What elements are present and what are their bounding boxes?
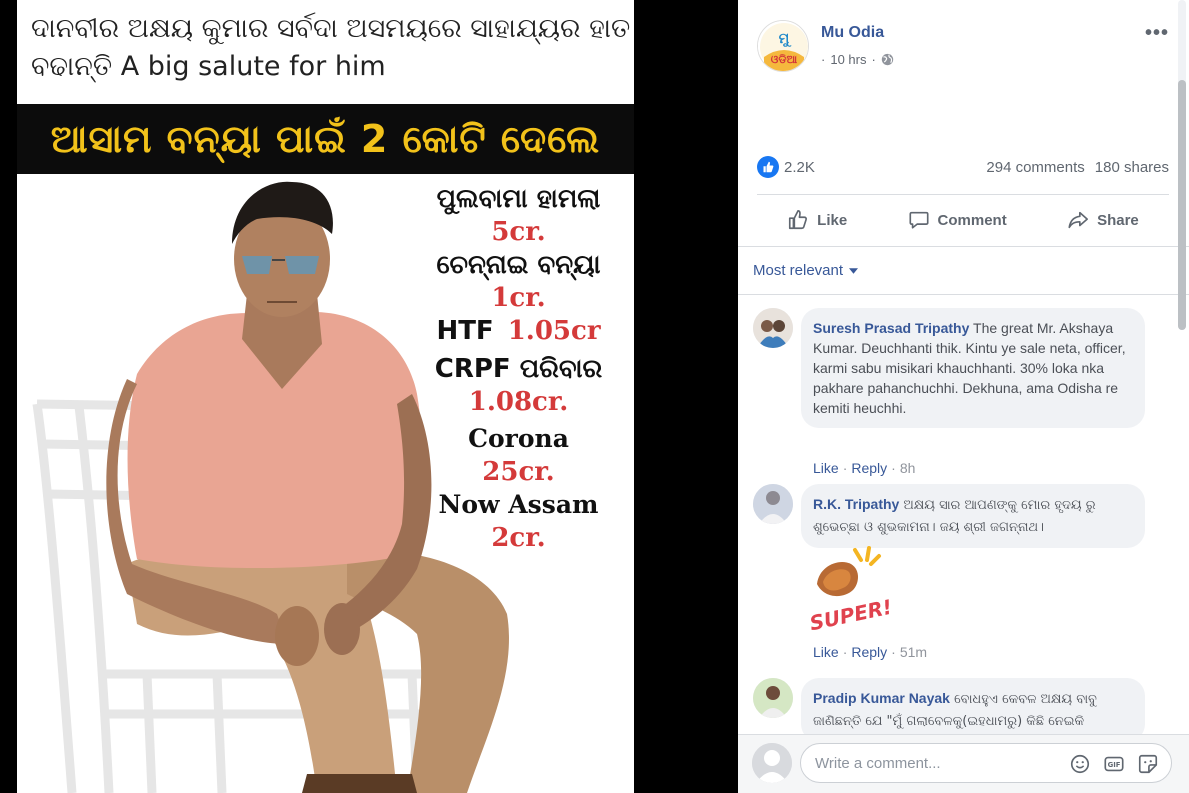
- comment-button[interactable]: Comment: [908, 209, 1007, 231]
- donation-list: ପୁଲବାମା ହାମଲା 5cr. ଚେନ୍ନାଇ ବନ୍ୟା 1cr. HT…: [411, 182, 626, 554]
- share-button[interactable]: Share: [1067, 209, 1139, 231]
- comment-bubble: Suresh Prasad Tripathy The great Mr. Aks…: [801, 308, 1145, 428]
- comment-item: R.K. Tripathy ଅକ୍ଷୟ ସାର ଆପଣଙ୍କୁ ମୋର ହୃଦୟ…: [753, 484, 1173, 674]
- more-options-icon[interactable]: •••: [1145, 22, 1169, 45]
- caption-line-1: ଦାନବୀର ଅକ୍ଷୟ କୁମାର ସର୍ବଦା ଅସମୟରେ ସାହାଯ୍ୟ…: [31, 13, 631, 44]
- donation-label: Corona: [468, 424, 569, 453]
- caret-down-icon: [849, 267, 859, 274]
- comment-bubble: R.K. Tripathy ଅକ୍ଷୟ ସାର ଆପଣଙ୍କୁ ମୋର ହୃଦୟ…: [801, 484, 1145, 548]
- comment-item: Suresh Prasad Tripathy The great Mr. Aks…: [753, 308, 1173, 476]
- post-meta: · 10 hrs ·: [821, 52, 894, 67]
- caption-line-2: ବଢାନ୍ତି A big salute for him: [31, 51, 386, 82]
- like-summary[interactable]: 2.2K: [757, 156, 815, 178]
- donation-row: HTF 1.05cr: [411, 314, 626, 348]
- super-sticker-icon[interactable]: SUPER!: [809, 544, 893, 634]
- sort-comments-dropdown[interactable]: Most relevant: [753, 262, 859, 279]
- comment-input[interactable]: Write a comment... GIF: [800, 743, 1172, 783]
- scrollbar-thumb[interactable]: [1178, 80, 1186, 330]
- globe-icon: [881, 53, 894, 66]
- comment-like-link[interactable]: Like: [813, 644, 839, 660]
- like-button[interactable]: Like: [787, 209, 847, 231]
- comment-reply-link[interactable]: Reply: [851, 644, 887, 660]
- poster: ପୁଲବାମା ହାମଲା 5cr. ଚେନ୍ନାଇ ବନ୍ୟା 1cr. HT…: [17, 174, 634, 793]
- svg-text:ଓଡିଆ: ଓଡିଆ: [771, 53, 798, 66]
- screen: ଦାନବୀର ଅକ୍ଷୟ କୁମାର ସର୍ବଦା ଅସମୟରେ ସାହାଯ୍ୟ…: [0, 0, 1189, 793]
- donation-label: Now Assam: [438, 490, 599, 519]
- commenter-avatar[interactable]: [753, 678, 793, 718]
- comment-time[interactable]: 51m: [900, 644, 927, 660]
- photo-caption: ଦାନବୀର ଅକ୍ଷୟ କୁମାର ସର୍ବଦା ଅସମୟରେ ସାହାଯ୍ୟ…: [17, 0, 634, 103]
- post-photo[interactable]: ଦାନବୀର ଅକ୍ଷୟ କୁମାର ସର୍ବଦା ଅସମୟରେ ସାହାଯ୍ୟ…: [17, 0, 634, 793]
- comment-actions: Like · Reply · 51m: [813, 644, 928, 660]
- sticker-text: SUPER!: [809, 595, 893, 634]
- divider: [757, 194, 1169, 195]
- like-reaction-icon: [757, 156, 779, 178]
- meta-separator: ·: [821, 52, 826, 67]
- comment-placeholder: Write a comment...: [815, 754, 941, 772]
- page-logo-icon: ମୁ ଓଡିଆ: [758, 21, 808, 71]
- photo-banner: ଆସାମ ବନ୍ୟା ପାଇଁ 2 କୋଟି ଦେଲେ: [17, 104, 634, 174]
- composer-icons: GIF: [1069, 744, 1159, 784]
- comment-time[interactable]: 8h: [900, 460, 916, 476]
- commenter-avatar[interactable]: [753, 308, 793, 348]
- divider: [738, 294, 1189, 295]
- donation-label: CRPF ପରିବାର: [434, 354, 603, 384]
- donation-label: ପୁଲବାମା ହାମଲା: [436, 184, 601, 214]
- donation-amount: 5cr.: [491, 217, 546, 247]
- comment-label: Comment: [937, 211, 1007, 229]
- page-name[interactable]: Mu Odia: [821, 24, 884, 42]
- comment-icon: [909, 211, 929, 229]
- donation-amount: 2cr.: [491, 523, 546, 553]
- comments-list: Suresh Prasad Tripathy The great Mr. Aks…: [738, 296, 1189, 734]
- comment-item: Pradip Kumar Nayak ବୋଧହୁଏ କେବଳ ଅକ୍ଷୟ ବାବ…: [753, 678, 1173, 734]
- svg-text:GIF: GIF: [1108, 761, 1121, 769]
- donation-amount: 1.08cr.: [468, 387, 569, 417]
- like-label: Like: [817, 211, 848, 229]
- sticker-icon[interactable]: [1137, 753, 1159, 775]
- donation-amount: 25cr.: [482, 457, 555, 487]
- commenter-avatar[interactable]: [753, 484, 793, 524]
- comment-bubble: Pradip Kumar Nayak ବୋଧହୁଏ କେବଳ ଅକ୍ଷୟ ବାବ…: [801, 678, 1145, 734]
- comment-composer: Write a comment... GIF: [738, 734, 1189, 793]
- share-icon: [1068, 211, 1089, 229]
- post-actions: Like Comment Share: [757, 196, 1169, 244]
- page-avatar[interactable]: ମୁ ଓଡିଆ: [757, 20, 809, 72]
- thumbs-up-icon: [789, 210, 808, 230]
- donation-label: ଚେନ୍ନାଇ ବନ୍ୟା: [436, 250, 601, 280]
- like-count: 2.2K: [784, 158, 815, 176]
- comment-author[interactable]: Pradip Kumar Nayak: [813, 690, 950, 706]
- emoji-icon[interactable]: [1069, 753, 1091, 775]
- comment-author[interactable]: R.K. Tripathy: [813, 496, 899, 512]
- post-panel: ମୁ ଓଡିଆ Mu Odia · 10 hrs · ••• 2.2K 294: [738, 0, 1189, 793]
- donation-amount: 1cr.: [491, 283, 546, 313]
- meta-separator: ·: [871, 52, 876, 67]
- donation-label: HTF: [436, 316, 494, 346]
- post-time[interactable]: 10 hrs: [830, 52, 866, 67]
- share-label: Share: [1097, 211, 1139, 229]
- comment-actions: Like · Reply · 8h: [813, 460, 916, 476]
- divider: [738, 246, 1189, 247]
- gif-icon[interactable]: GIF: [1103, 753, 1125, 775]
- comment-like-link[interactable]: Like: [813, 460, 839, 476]
- comments-count[interactable]: 294 comments: [986, 159, 1084, 176]
- reaction-summary: 2.2K 294 comments 180 shares: [757, 152, 1169, 182]
- engagement-counts: 294 comments 180 shares: [986, 159, 1169, 176]
- user-avatar: [752, 743, 792, 783]
- shares-count[interactable]: 180 shares: [1095, 159, 1169, 176]
- banner-text: ଆସାମ ବନ୍ୟା ପାଇଁ 2 କୋଟି ଦେଲେ: [50, 116, 601, 161]
- sort-label: Most relevant: [753, 262, 844, 279]
- comment-reply-link[interactable]: Reply: [851, 460, 887, 476]
- comment-author[interactable]: Suresh Prasad Tripathy: [813, 320, 969, 336]
- donation-amount: 1.05cr: [507, 316, 601, 346]
